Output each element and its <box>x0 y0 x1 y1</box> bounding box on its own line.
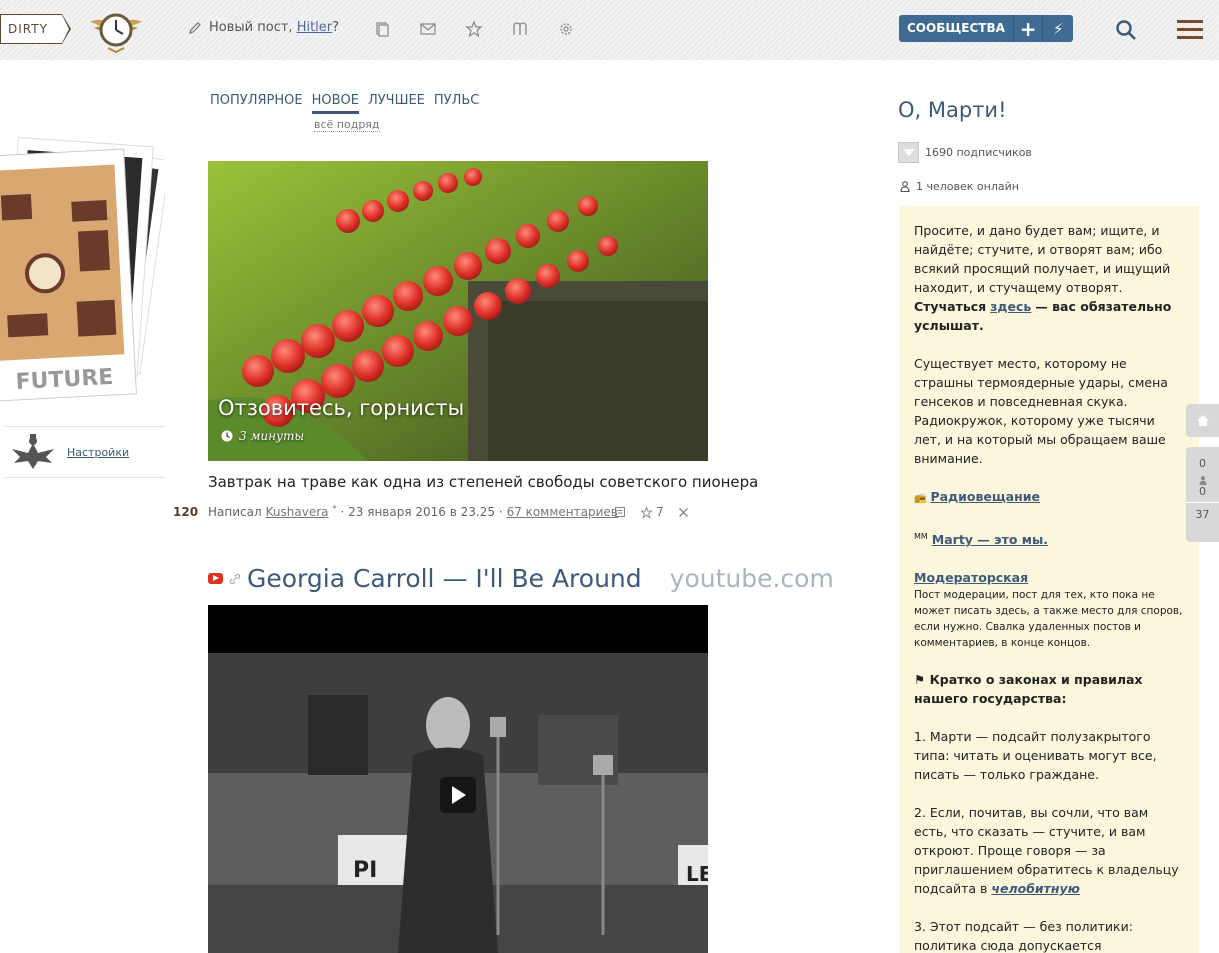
home-float-button[interactable] <box>1186 404 1219 437</box>
subsite-title[interactable]: О, Марти! <box>898 98 1007 122</box>
close-icon[interactable] <box>678 507 689 518</box>
new-post-text: Новый пост, <box>209 20 293 35</box>
person-icon <box>1199 476 1206 485</box>
favorite-counter[interactable]: 7 <box>640 505 664 519</box>
settings-row: Настройки <box>4 426 165 478</box>
radio-row: 📻 Радиовещание <box>914 487 1184 508</box>
new-post-suffix: ? <box>332 20 340 35</box>
feed-tabs: ПОПУЛЯРНОЕ НОВОЕ ЛУЧШЕЕ ПУЛЬС <box>210 93 479 114</box>
petition-link[interactable]: челобитную <box>991 881 1079 896</box>
subtab-all[interactable]: всё подряд <box>314 118 380 132</box>
post2-title-link[interactable]: Georgia Carroll — I'll Be Around <box>247 564 642 593</box>
star-icon[interactable] <box>465 20 483 38</box>
moderators-text: Пост модерации, пост для тех, кто пока н… <box>914 589 1183 650</box>
tab-new[interactable]: НОВОЕ <box>311 93 359 114</box>
m-badge-icon[interactable] <box>511 20 529 38</box>
online-row: 1 человек онлайн <box>900 180 1019 193</box>
posts-icon[interactable] <box>373 20 391 38</box>
laws-title: Кратко о законах и правилах нашего госуд… <box>914 672 1143 707</box>
tab-pulse[interactable]: ПУЛЬС <box>434 93 479 114</box>
desc-knock: Стучаться здесь — вас обязательно услыша… <box>914 297 1184 335</box>
pencil-icon <box>189 21 201 34</box>
post-date: · 23 января 2016 в 23.25 · <box>340 505 503 519</box>
youtube-icon <box>208 573 223 584</box>
new-post-prompt[interactable]: Новый пост, Hitler? <box>188 20 339 35</box>
post-title-overlay[interactable]: Отзовитесь, горнисты <box>218 396 464 420</box>
mm-mark: ММ <box>914 532 928 541</box>
video-player[interactable]: PI LE <box>208 605 708 953</box>
hamburger-menu-icon[interactable] <box>1177 20 1203 40</box>
read-time-text: 3 минуты <box>239 429 305 443</box>
plus-icon[interactable]: + <box>1014 15 1044 42</box>
user-icon <box>900 181 910 192</box>
post2-domain: youtube.com <box>669 564 834 593</box>
moderators-link[interactable]: Модераторская <box>914 570 1028 585</box>
counter-bottom[interactable]: 37 <box>1186 502 1219 521</box>
author-prefix: Написал <box>208 505 262 519</box>
home-icon <box>1196 415 1209 426</box>
radio-icon: 📻 <box>914 493 927 504</box>
post-actions: 7 <box>614 505 689 519</box>
post-meta: Написал Kushavera * · 23 января 2016 в 23… <box>208 503 618 520</box>
subscribe-toggle-button[interactable] <box>898 142 919 163</box>
link-icon <box>229 573 241 584</box>
radio-link[interactable]: Радиовещание <box>930 489 1040 504</box>
float-counters: 0 0 37 <box>1186 447 1219 542</box>
clock-icon <box>221 430 233 442</box>
subscribers-count: 1690 подписчиков <box>925 146 1032 159</box>
desc-p1: Просите, и дано будет вам; ищите, и найд… <box>914 223 1171 295</box>
post-rating[interactable]: 120 <box>173 505 198 519</box>
author-mark: * <box>332 503 337 513</box>
marty-link[interactable]: Marty — это мы. <box>932 532 1048 547</box>
marty-row: ММ Marty — это мы. <box>914 527 1184 549</box>
tab-popular[interactable]: ПОПУЛЯРНОЕ <box>210 93 303 114</box>
comments-icon[interactable] <box>614 506 626 518</box>
knock-here-link[interactable]: здесь <box>990 299 1031 314</box>
counter-top[interactable]: 0 <box>1186 447 1219 470</box>
post-body-text: Завтрак на траве как одна из степеней св… <box>208 473 759 491</box>
mail-icon[interactable] <box>419 20 437 38</box>
favorite-count: 7 <box>656 505 664 519</box>
svg-text:FUTURE: FUTURE <box>15 365 114 395</box>
tab-best[interactable]: ЛУЧШЕЕ <box>368 93 425 114</box>
dirty-logo-tag[interactable]: DIRTY <box>0 14 71 44</box>
rule-1: 1. Марти — подсайт полузакрытого типа: ч… <box>914 729 1157 783</box>
comments-link[interactable]: 67 комментариев <box>507 505 618 519</box>
subsite-description: Просите, и дано будет вам; ищите, и найд… <box>899 206 1199 953</box>
eagle-emblem-icon <box>12 434 54 469</box>
search-icon[interactable] <box>1115 19 1137 41</box>
author-link[interactable]: Kushavera <box>266 505 329 519</box>
subsite-polaroid-logo[interactable]: FUTURE <box>0 122 165 412</box>
flag-icon: ⚑ <box>914 672 926 688</box>
communities-button-group: СООБЩЕСТВА + ⚡ <box>899 15 1073 42</box>
online-count: 1 человек онлайн <box>916 180 1019 193</box>
star-outline-icon <box>640 505 653 519</box>
rule-3: 3. Этот подсайт — без политики: политика… <box>914 919 1133 953</box>
read-time: 3 минуты <box>221 429 304 443</box>
gear-icon[interactable] <box>557 20 575 38</box>
bolt-icon[interactable]: ⚡ <box>1043 15 1073 42</box>
username-link[interactable]: Hitler <box>297 20 332 35</box>
counter-mid[interactable]: 0 <box>1186 485 1219 498</box>
svg-text:PI: PI <box>353 858 377 883</box>
settings-link[interactable]: Настройки <box>67 446 129 459</box>
desc-knock-bold: Стучаться <box>914 299 987 314</box>
desc-p2: Существует место, которому не страшны те… <box>914 356 1168 466</box>
post2-header: Georgia Carroll — I'll Be Around youtube… <box>208 564 834 593</box>
subscribers-row: 1690 подписчиков <box>898 142 1032 163</box>
top-bar: DIRTY Новый пост, Hitler? СООБЩЕСТВА + ⚡ <box>0 0 1219 60</box>
rule-2: 2. Если, почитав, вы сочли, что вам есть… <box>914 803 1184 898</box>
communities-button[interactable]: СООБЩЕСТВА <box>899 15 1014 42</box>
svg-text:LE: LE <box>686 862 708 886</box>
clock-logo-icon[interactable] <box>86 8 146 54</box>
